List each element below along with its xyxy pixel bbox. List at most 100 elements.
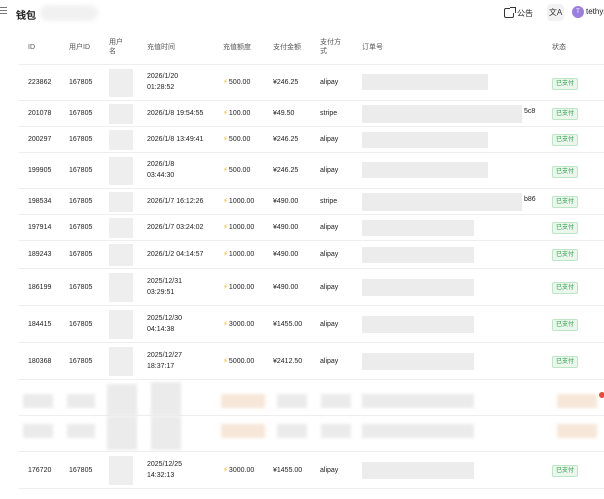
notice-button[interactable]: 公告 <box>504 4 533 22</box>
cell-id: 176720 <box>28 467 52 474</box>
cell-quota: ⚡5000.00 <box>223 358 255 365</box>
col-status: 状态 <box>552 44 566 51</box>
redacted-order-no <box>362 132 488 148</box>
cell-method: alipay <box>320 224 339 231</box>
cell-pay: ¥2412.50 <box>273 358 303 365</box>
redacted-order-no <box>362 247 474 263</box>
table-row[interactable]: 184415 167805 2025/12/30 04:14:38 ⚡3000.… <box>19 306 604 343</box>
cell-pay: ¥1455.00 <box>273 321 303 328</box>
cell-quota: ⚡1000.00 <box>223 224 255 231</box>
table-row[interactable]: 198534 167805 2026/1/7 16:12:26 ⚡1000.00… <box>19 189 604 215</box>
cell-user-id: 167805 <box>69 251 93 258</box>
status-badge: 已支付 <box>552 282 579 294</box>
cell-method: alipay <box>320 321 339 328</box>
status-badge: 已支付 <box>552 222 579 234</box>
cell-quota: ⚡3000.00 <box>223 467 255 474</box>
cell-method: alipay <box>320 467 339 474</box>
cell-time: 2025/12/25 14:32:13 <box>147 461 183 479</box>
cell-user-id: 167805 <box>69 198 93 205</box>
cell-method: stripe <box>320 198 338 205</box>
redacted-username <box>109 310 133 339</box>
cell-time: 2026/1/7 16:12:26 <box>147 198 204 205</box>
avatar[interactable]: T <box>572 6 584 18</box>
redacted-order-no <box>362 162 488 178</box>
cell-id: 201078 <box>28 110 52 117</box>
status-badge: 已支付 <box>552 465 579 477</box>
table-row[interactable]: 200297 167805 2026/1/8 13:49:41 ⚡500.00 … <box>19 127 604 153</box>
language-button[interactable]: 文A <box>547 4 564 21</box>
table-row[interactable]: 201078 167805 2026/1/8 19:54:55 ⚡100.00 … <box>19 101 604 127</box>
cell-user-id: 167805 <box>69 224 93 231</box>
bolt-icon: ⚡ <box>223 321 228 328</box>
cell-quota: ⚡1000.00 <box>223 198 255 205</box>
table-row[interactable]: 223862 167805 2026/1/20 01:28:52 ⚡500.00… <box>19 65 604 101</box>
cell-time: 2026/1/8 03:44:30 <box>147 161 175 179</box>
cell-pay: ¥1455.00 <box>273 467 303 474</box>
cell-pay: ¥246.25 <box>273 79 299 86</box>
redacted-table-row <box>19 416 604 452</box>
cell-user-id: 167805 <box>69 321 93 328</box>
cell-quota: ⚡500.00 <box>223 136 251 143</box>
redacted-order-no <box>362 462 474 479</box>
cell-id: 197914 <box>28 224 52 231</box>
cell-method: alipay <box>320 136 339 143</box>
col-time: 充值时间 <box>147 44 175 51</box>
notice-label: 公告 <box>517 8 533 18</box>
cell-id: 180368 <box>28 358 52 365</box>
page-title: 钱包 <box>16 11 36 22</box>
cell-method: alipay <box>320 167 339 174</box>
cell-user-id: 167805 <box>69 136 93 143</box>
redacted-username <box>109 69 133 97</box>
cell-pay: ¥246.25 <box>273 167 299 174</box>
status-badge: 已支付 <box>552 166 579 178</box>
bolt-icon: ⚡ <box>223 167 228 174</box>
cell-user-id: 167805 <box>69 284 93 291</box>
bolt-icon: ⚡ <box>223 136 228 143</box>
cell-pay: ¥490.00 <box>273 224 299 231</box>
menu-icon[interactable] <box>0 7 8 17</box>
cell-quota: ⚡3000.00 <box>223 321 255 328</box>
cell-time: 2026/1/8 19:54:55 <box>147 110 204 117</box>
cell-time: 2026/1/7 03:24:02 <box>147 224 204 231</box>
status-badge: 已支付 <box>552 356 579 368</box>
redacted-order-no <box>362 353 474 370</box>
cell-id: 189243 <box>28 251 52 258</box>
cell-quota: ⚡500.00 <box>223 167 251 174</box>
bolt-icon: ⚡ <box>223 198 228 205</box>
status-badge: 已支付 <box>552 108 579 120</box>
col-username: 用户名 <box>109 39 123 55</box>
redacted-username <box>109 104 133 124</box>
cell-time: 2026/1/2 04:14:57 <box>147 251 204 258</box>
bolt-icon: ⚡ <box>223 284 228 291</box>
cell-method: alipay <box>320 358 339 365</box>
col-user-id: 用户ID <box>69 44 90 51</box>
table-row[interactable]: 176720 167805 2025/12/25 14:32:13 ⚡3000.… <box>19 452 604 489</box>
col-order-no: 订单号 <box>362 44 383 51</box>
bolt-icon: ⚡ <box>223 467 228 474</box>
col-quota: 充值额度 <box>223 44 251 51</box>
cell-user-id: 167805 <box>69 167 93 174</box>
cell-time: 2026/1/8 13:49:41 <box>147 136 204 143</box>
status-badge: 已支付 <box>552 249 579 261</box>
table-row[interactable]: 199905 167805 2026/1/8 03:44:30 ⚡500.00 … <box>19 153 604 189</box>
cell-user-id: 167805 <box>69 110 93 117</box>
table-row[interactable]: 186199 167805 2025/12/31 03:29:51 ⚡1000.… <box>19 269 604 306</box>
table-row[interactable]: 180368 167805 2025/12/27 18:37:17 ⚡5000.… <box>19 343 604 380</box>
cell-quota: ⚡500.00 <box>223 79 251 86</box>
cell-pay: ¥490.00 <box>273 198 299 205</box>
table-row[interactable]: 189243 167805 2026/1/2 04:14:57 ⚡1000.00… <box>19 241 604 269</box>
cell-method: stripe <box>320 110 338 117</box>
username[interactable]: tethys <box>586 7 604 16</box>
bolt-icon: ⚡ <box>223 79 228 86</box>
cell-time: 2025/12/27 18:37:17 <box>147 352 183 370</box>
cell-time: 2025/12/31 03:29:51 <box>147 278 183 296</box>
bolt-icon: ⚡ <box>223 358 228 365</box>
redacted-breadcrumb <box>40 5 98 21</box>
top-bar: 钱包 公告 文A T tethys <box>0 0 604 28</box>
table-row[interactable]: 197914 167805 2026/1/7 03:24:02 ⚡1000.00… <box>19 215 604 241</box>
cell-user-id: 167805 <box>69 467 93 474</box>
redacted-username <box>109 273 133 302</box>
cell-user-id: 167805 <box>69 358 93 365</box>
cell-method: alipay <box>320 284 339 291</box>
notification-dot <box>599 392 604 398</box>
